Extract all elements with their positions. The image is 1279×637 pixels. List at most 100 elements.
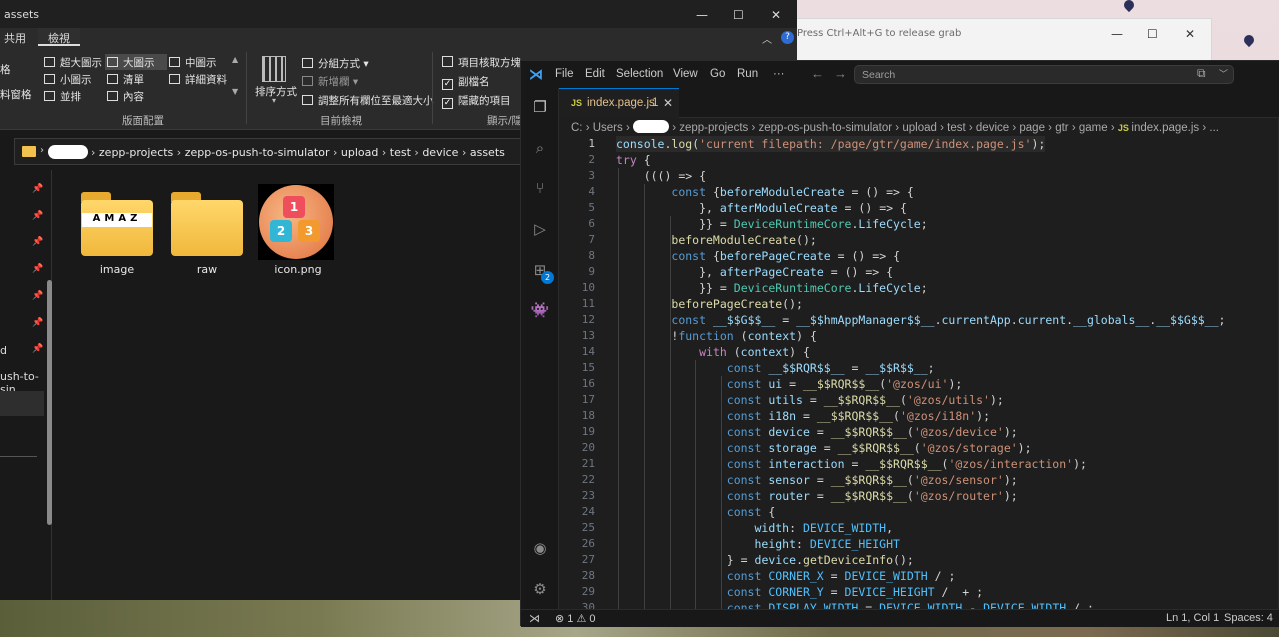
breadcrumb-item[interactable]: assets — [470, 146, 505, 159]
menu-more[interactable]: ··· — [773, 68, 785, 80]
code-line[interactable]: const CORNER_Y = DEVICE_HEIGHT / + ; — [616, 584, 983, 600]
menu-run[interactable]: Run — [737, 68, 758, 80]
copilot-icon[interactable]: ⧉ — [1197, 66, 1206, 81]
command-search-input[interactable]: Search — [854, 65, 1234, 84]
breadcrumb-item[interactable]: test — [390, 146, 411, 159]
cursor-position[interactable]: Ln 1, Col 1 — [1166, 612, 1219, 624]
source-control-icon[interactable]: ⑂ — [530, 178, 550, 198]
layout-medium-icons[interactable]: 中圖示 — [169, 55, 217, 70]
breadcrumb-item[interactable]: page — [1019, 122, 1045, 134]
code-line[interactable]: }, afterModuleCreate = () => { — [616, 200, 907, 216]
breadcrumb-item[interactable]: game — [1079, 122, 1108, 134]
minimize-icon[interactable]: — — [1111, 27, 1123, 41]
code-line[interactable]: const CORNER_X = DEVICE_WIDTH / ; — [616, 568, 956, 584]
close-icon[interactable]: ✕ — [663, 96, 673, 110]
tab-share[interactable]: 共用 — [4, 30, 26, 46]
layout-tiles[interactable]: 並排 — [44, 89, 81, 104]
breadcrumb-item[interactable]: Users — [593, 122, 623, 134]
code-line[interactable]: console.log('current filepath: /page/gtr… — [616, 136, 1046, 152]
vscode-titlebar[interactable]: ⋊ File Edit Selection View Go Run ··· ← … — [521, 61, 1279, 88]
breadcrumb-item[interactable]: zepp-os-push-to-simulator — [759, 122, 893, 134]
code-line[interactable]: try { — [616, 152, 651, 168]
tab-view[interactable]: 檢視 — [38, 28, 80, 46]
file-extensions-toggle[interactable]: ✓ 副檔名 — [442, 74, 490, 90]
group-by-button[interactable]: 分組方式 ▾ — [302, 56, 369, 71]
navigation-pane[interactable]: 📌 📌 📌 📌 📌 📌 📌 d ush-to-sin — [0, 170, 52, 600]
code-line[interactable]: const device = __$$RQR$$__('@zos/device'… — [616, 424, 1018, 440]
file-icon-png[interactable]: 1 2 3 icon.png — [253, 180, 343, 280]
chevron-down-icon[interactable]: ﹀ — [1219, 67, 1228, 80]
code-line[interactable]: const __$$G$$__ = __$$hmAppManager$$__.c… — [616, 312, 1225, 328]
code-line[interactable]: beforeModuleCreate(); — [616, 232, 816, 248]
code-line[interactable]: width: DEVICE_WIDTH, — [616, 520, 893, 536]
scrollbar-thumb[interactable] — [47, 280, 52, 525]
folder-image[interactable]: AMAZ image — [72, 180, 162, 280]
minimize-icon[interactable]: — — [696, 8, 708, 22]
search-icon[interactable]: ⌕ — [530, 138, 550, 158]
fit-columns-button[interactable]: 調整所有欄位至最適大小 — [302, 93, 434, 108]
breadcrumb-item[interactable]: device — [422, 146, 458, 159]
code-line[interactable]: with (context) { — [616, 344, 810, 360]
tab-index-page-js[interactable]: JS index.page.js 1 ✕ — [559, 88, 679, 118]
scroll-up-icon[interactable]: ▲ — [232, 55, 238, 64]
code-line[interactable]: const {beforeModuleCreate = () => { — [616, 184, 913, 200]
code-line[interactable]: } = device.getDeviceInfo(); — [616, 552, 914, 568]
back-arrow-icon[interactable]: ← — [811, 66, 824, 81]
breadcrumb-item[interactable]: upload — [902, 122, 937, 134]
breadcrumb-item[interactable]: ... — [1209, 122, 1219, 134]
forward-arrow-icon[interactable]: → — [834, 66, 847, 81]
code-editor[interactable]: console.log('current filepath: /page/gtr… — [616, 136, 1276, 611]
address-bar[interactable]: › › zepp-projects › zepp-os-push-to-simu… — [14, 138, 534, 165]
menu-go[interactable]: Go — [710, 68, 725, 80]
code-line[interactable]: const utils = __$$RQR$$__('@zos/utils'); — [616, 392, 1004, 408]
layout-small-icons[interactable]: 小圖示 — [44, 72, 92, 87]
nav-item-selected[interactable] — [0, 391, 44, 416]
code-line[interactable]: const storage = __$$RQR$$__('@zos/storag… — [616, 440, 1032, 456]
breadcrumb-item[interactable]: zepp-os-push-to-simulator — [185, 146, 330, 159]
indentation[interactable]: Spaces: 4 — [1224, 612, 1273, 624]
vscode-window[interactable]: ⋊ File Edit Selection View Go Run ··· ← … — [520, 60, 1279, 627]
vm-window[interactable]: Press Ctrl+Alt+G to release grab — ☐ ✕ — [792, 18, 1212, 62]
sort-icon[interactable] — [262, 56, 286, 82]
code-line[interactable]: const router = __$$RQR$$__('@zos/router'… — [616, 488, 1018, 504]
help-icon[interactable]: ? — [781, 31, 794, 44]
layout-extra-large-icons[interactable]: 超大圖示 — [44, 55, 102, 70]
code-line[interactable]: const interaction = __$$RQR$$__('@zos/in… — [616, 456, 1087, 472]
code-line[interactable]: }} = DeviceRuntimeCore.LifeCycle; — [616, 280, 928, 296]
code-line[interactable]: }, afterPageCreate = () => { — [616, 264, 893, 280]
code-line[interactable]: const { — [616, 504, 776, 520]
remote-icon[interactable]: ⋊ — [529, 612, 540, 625]
code-line[interactable]: ((() => { — [616, 168, 706, 184]
breadcrumb-item[interactable]: gtr — [1055, 122, 1068, 134]
explorer-titlebar[interactable]: assets — ☐ ✕ — [0, 0, 797, 28]
breadcrumb-item[interactable]: C: — [571, 122, 583, 134]
code-line[interactable]: const ui = __$$RQR$$__('@zos/ui'); — [616, 376, 963, 392]
code-line[interactable]: !function (context) { — [616, 328, 816, 344]
code-line[interactable]: const __$$RQR$$__ = __$$R$$__; — [616, 360, 935, 376]
menu-edit[interactable]: Edit — [585, 68, 605, 80]
account-icon[interactable]: ◉ — [530, 538, 550, 558]
code-line[interactable]: const sensor = __$$RQR$$__('@zos/sensor'… — [616, 472, 1018, 488]
layout-list[interactable]: 清單 — [107, 72, 144, 87]
alien-extension-icon[interactable]: 👾 — [530, 300, 550, 320]
expand-icon[interactable]: ▼ — [232, 87, 238, 96]
explorer-icon[interactable]: ❐ — [530, 97, 550, 117]
nav-item[interactable]: d — [0, 344, 7, 357]
breadcrumb-item[interactable]: test — [947, 122, 966, 134]
maximize-icon[interactable]: ☐ — [1147, 27, 1158, 41]
ribbon-left-label[interactable]: 料窗格 — [0, 87, 32, 102]
breadcrumb-item[interactable]: zepp-projects — [679, 122, 748, 134]
folder-raw[interactable]: raw — [162, 180, 252, 280]
code-line[interactable]: height: DEVICE_HEIGHT — [616, 536, 899, 552]
run-debug-icon[interactable]: ▷ — [530, 219, 550, 239]
ribbon-left-label[interactable]: 格 — [0, 62, 11, 77]
layout-details[interactable]: 詳細資料 — [169, 72, 227, 87]
breadcrumb-item[interactable]: zepp-projects — [99, 146, 173, 159]
close-icon[interactable]: ✕ — [771, 8, 781, 22]
menu-view[interactable]: View — [673, 68, 698, 80]
breadcrumb-item[interactable]: index.page.js — [1131, 122, 1199, 134]
layout-content[interactable]: 內容 — [107, 89, 144, 104]
menu-file[interactable]: File — [555, 68, 574, 80]
maximize-icon[interactable]: ☐ — [733, 8, 744, 22]
hidden-items-toggle[interactable]: ✓ 隱藏的項目 — [442, 93, 511, 109]
